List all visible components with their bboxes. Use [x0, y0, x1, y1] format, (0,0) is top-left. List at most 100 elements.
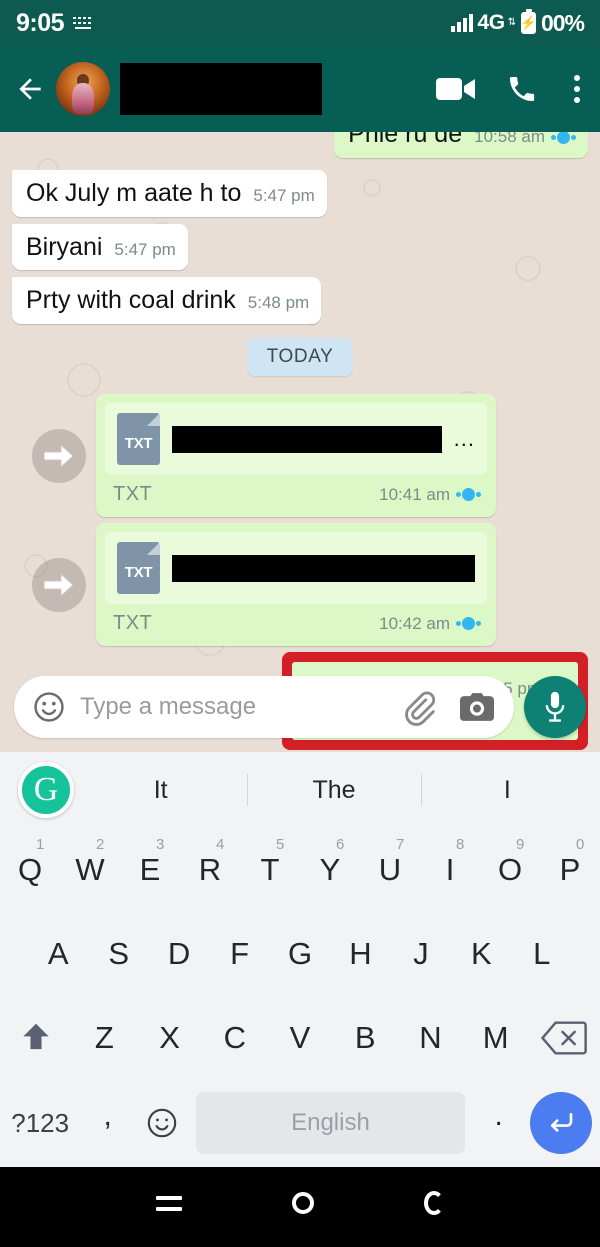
suggestion-item[interactable]: I: [421, 776, 594, 805]
file-message-bubble[interactable]: TXT ... TXT 10:41 am: [96, 394, 496, 517]
key-a[interactable]: A: [28, 912, 88, 996]
day-divider: TODAY: [12, 338, 588, 376]
key-u[interactable]: 7U: [360, 828, 420, 912]
shift-up-arrow-icon[interactable]: [0, 1019, 72, 1057]
read-receipt-icon: [551, 132, 576, 144]
contact-name-redacted[interactable]: [120, 63, 322, 115]
keyboard-icon: [73, 16, 95, 30]
key-label: E: [139, 852, 161, 887]
file-attachment[interactable]: TXT ...: [105, 403, 487, 475]
key-d[interactable]: D: [149, 912, 209, 996]
key-m[interactable]: M: [463, 996, 528, 1080]
key-w[interactable]: 2W: [60, 828, 120, 912]
conversation-panel[interactable]: Phle ru de 10:58 am Ok July m aate h to …: [0, 132, 600, 752]
file-attachment[interactable]: TXT: [105, 532, 487, 604]
key-r[interactable]: 4R: [180, 828, 240, 912]
phone-call-icon[interactable]: [506, 73, 538, 105]
key-k[interactable]: K: [451, 912, 511, 996]
message-row[interactable]: TXT TXT 10:42 am: [12, 523, 588, 646]
key-label: P: [559, 852, 581, 887]
back-nav-icon[interactable]: [424, 1191, 444, 1215]
message-bubble-incoming[interactable]: Prty with coal drink 5:48 pm: [12, 277, 322, 324]
search-input message-input[interactable]: [80, 693, 398, 721]
input-pill[interactable]: [14, 676, 514, 738]
on-screen-keyboard[interactable]: G It The I 1Q 2W 3E 4R 5T 6Y 7U 8I 9O 0P…: [0, 752, 600, 1167]
key-b[interactable]: B: [333, 996, 398, 1080]
emoji-smiley-icon[interactable]: [32, 690, 66, 724]
key-y[interactable]: 6Y: [300, 828, 360, 912]
home-circle-icon[interactable]: [292, 1192, 314, 1214]
suggestion-item[interactable]: The: [247, 776, 420, 805]
file-meta: TXT 10:42 am: [105, 604, 487, 637]
spacebar-key[interactable]: English: [195, 1092, 466, 1154]
avatar[interactable]: [56, 62, 110, 116]
key-h[interactable]: H: [330, 912, 390, 996]
message-bubble-outgoing[interactable]: Phle ru de 10:58 am: [334, 132, 588, 158]
key-g[interactable]: G: [270, 912, 330, 996]
key-number: 1: [36, 836, 45, 853]
signal-bars-icon: [451, 14, 473, 32]
key-q[interactable]: 1Q: [0, 828, 60, 912]
back-arrow-icon[interactable]: [14, 73, 46, 105]
key-label: U: [378, 852, 402, 887]
suggestion-item[interactable]: It: [74, 776, 247, 805]
key-j[interactable]: J: [391, 912, 451, 996]
paperclip-icon[interactable]: [398, 688, 436, 726]
period-key[interactable]: .: [471, 1099, 526, 1147]
key-s[interactable]: S: [88, 912, 148, 996]
file-type-label: TXT: [113, 612, 153, 634]
message-meta: 10:42 am: [379, 614, 481, 634]
read-receipt-icon: [456, 488, 481, 501]
key-z[interactable]: Z: [72, 996, 137, 1080]
status-bar-left: 9:05: [16, 9, 95, 38]
key-number: 3: [156, 836, 165, 853]
key-v[interactable]: V: [267, 996, 332, 1080]
key-l[interactable]: L: [512, 912, 572, 996]
message-bubble-incoming[interactable]: Biryani 5:47 pm: [12, 223, 188, 271]
status-bar-right: 4G ⇅ ⚡ 00%: [451, 9, 585, 37]
battery-percent: 00%: [540, 9, 585, 36]
file-meta: TXT 10:41 am: [105, 475, 487, 508]
key-x[interactable]: X: [137, 996, 202, 1080]
key-n[interactable]: N: [398, 996, 463, 1080]
message-bubble-incoming[interactable]: Ok July m aate h to 5:47 pm: [12, 169, 327, 217]
video-call-icon[interactable]: [436, 75, 476, 103]
forward-arrow-icon[interactable]: [32, 557, 86, 612]
message-row[interactable]: TXT ... TXT 10:41 am: [12, 394, 588, 517]
message-row[interactable]: Prty with coal drink 5:48 pm: [12, 277, 588, 324]
comma-key[interactable]: ,: [80, 1099, 135, 1147]
message-time: 5:48 pm: [247, 293, 310, 313]
microphone-icon[interactable]: [524, 676, 586, 738]
key-label: R: [198, 852, 222, 887]
keyboard-row-2: A S D F G H J K L: [0, 912, 600, 996]
key-i[interactable]: 8I: [420, 828, 480, 912]
recents-icon[interactable]: [156, 1195, 182, 1211]
message-row[interactable]: Phle ru de 10:58 am: [12, 132, 588, 158]
txt-file-icon: TXT: [117, 413, 160, 465]
key-e[interactable]: 3E: [120, 828, 180, 912]
message-time: 5:47 pm: [253, 185, 315, 205]
keyboard-row-4: ?123 , English .: [0, 1080, 600, 1166]
file-message-bubble[interactable]: TXT TXT 10:42 am: [96, 523, 496, 646]
key-number: 4: [216, 836, 225, 853]
message-row[interactable]: Ok July m aate h to 5:47 pm: [12, 169, 588, 217]
key-number: 5: [276, 836, 285, 853]
message-row[interactable]: Biryani 5:47 pm: [12, 223, 588, 271]
forward-arrow-icon[interactable]: [32, 428, 86, 483]
more-options-icon[interactable]: [568, 72, 586, 106]
enter-return-icon[interactable]: [529, 1092, 592, 1154]
key-p[interactable]: 0P: [540, 828, 600, 912]
file-name-overflow: ...: [453, 426, 475, 451]
status-bar: 9:05 4G ⇅ ⚡ 00%: [0, 0, 600, 46]
backspace-delete-icon[interactable]: [528, 1021, 600, 1055]
read-receipt-icon: [456, 617, 481, 630]
camera-icon[interactable]: [458, 690, 496, 724]
key-o[interactable]: 9O: [480, 828, 540, 912]
grammarly-logo[interactable]: G: [18, 762, 74, 818]
emoji-smiley-icon[interactable]: [135, 1106, 190, 1140]
key-t[interactable]: 5T: [240, 828, 300, 912]
file-name-redacted: [172, 425, 442, 453]
key-c[interactable]: C: [202, 996, 267, 1080]
key-f[interactable]: F: [209, 912, 269, 996]
symbols-key[interactable]: ?123: [0, 1108, 80, 1139]
